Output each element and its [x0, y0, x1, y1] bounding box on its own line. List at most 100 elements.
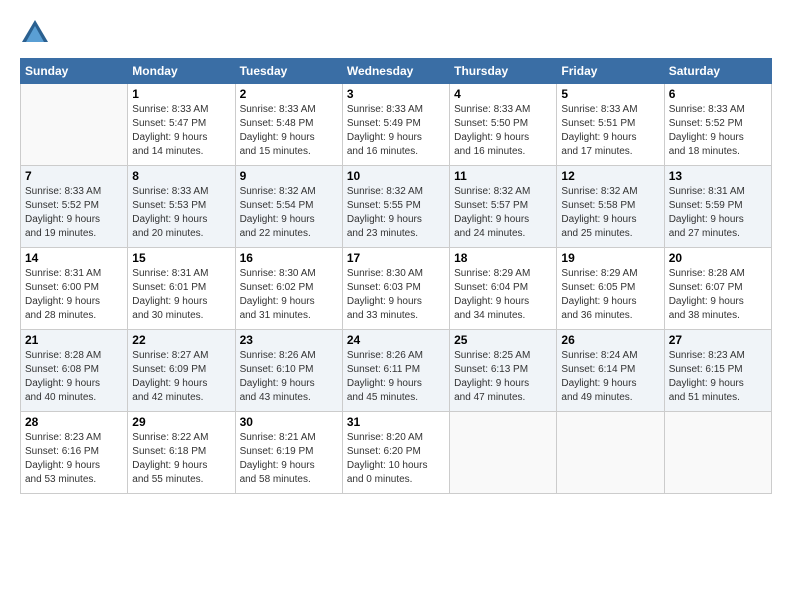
calendar-cell: 1 Sunrise: 8:33 AM Sunset: 5:47 PM Daylig… [128, 84, 235, 166]
day-number: 26 [561, 333, 659, 347]
weekday-header-thursday: Thursday [450, 59, 557, 84]
day-info: Sunrise: 8:33 AM Sunset: 5:49 PM Dayligh… [347, 103, 445, 159]
calendar-cell: 12 Sunrise: 8:32 AM Sunset: 5:58 PM Dayli… [557, 166, 664, 248]
calendar-cell: 4Sunrise: 8:33 AM Sunset: 5:50 PM Daylig… [450, 84, 557, 166]
logo [20, 18, 54, 48]
day-info: Sunrise: 8:32 AM Sunset: 5:54 PM Dayligh… [240, 185, 338, 241]
day-info: Sunrise: 8:33 AM Sunset: 5:47 PM Dayligh… [132, 103, 230, 159]
weekday-header-saturday: Saturday [664, 59, 771, 84]
calendar-cell [664, 412, 771, 494]
day-number: 15 [132, 251, 230, 265]
day-number: 20 [669, 251, 767, 265]
calendar-cell: 24 Sunrise: 8:26 AM Sunset: 6:11 PM Dayli… [342, 330, 449, 412]
calendar-cell: 20 Sunrise: 8:28 AM Sunset: 6:07 PM Dayli… [664, 248, 771, 330]
weekday-header-friday: Friday [557, 59, 664, 84]
day-number: 11 [454, 169, 552, 183]
page: SundayMondayTuesdayWednesdayThursdayFrid… [0, 0, 792, 504]
day-info: Sunrise: 8:31 AM Sunset: 6:00 PM Dayligh… [25, 267, 123, 323]
calendar-cell: 23 Sunrise: 8:26 AM Sunset: 6:10 PM Dayli… [235, 330, 342, 412]
day-number: 10 [347, 169, 445, 183]
day-number: 22 [132, 333, 230, 347]
day-number: 27 [669, 333, 767, 347]
day-number: 25 [454, 333, 552, 347]
logo-icon [20, 18, 50, 48]
calendar-cell: 15 Sunrise: 8:31 AM Sunset: 6:01 PM Dayli… [128, 248, 235, 330]
day-info: Sunrise: 8:32 AM Sunset: 5:55 PM Dayligh… [347, 185, 445, 241]
calendar-cell: 18 Sunrise: 8:29 AM Sunset: 6:04 PM Dayli… [450, 248, 557, 330]
day-number: 21 [25, 333, 123, 347]
day-info: Sunrise: 8:27 AM Sunset: 6:09 PM Dayligh… [132, 349, 230, 405]
day-info: Sunrise: 8:29 AM Sunset: 6:04 PM Dayligh… [454, 267, 552, 323]
day-number: 4 [454, 87, 552, 101]
day-info: Sunrise: 8:31 AM Sunset: 5:59 PM Dayligh… [669, 185, 767, 241]
calendar-cell: 3 Sunrise: 8:33 AM Sunset: 5:49 PM Daylig… [342, 84, 449, 166]
calendar-cell: 25 Sunrise: 8:25 AM Sunset: 6:13 PM Dayli… [450, 330, 557, 412]
week-row-1: 1 Sunrise: 8:33 AM Sunset: 5:47 PM Daylig… [21, 84, 772, 166]
calendar-cell: 29 Sunrise: 8:22 AM Sunset: 6:18 PM Dayli… [128, 412, 235, 494]
day-number: 1 [132, 87, 230, 101]
calendar-table: SundayMondayTuesdayWednesdayThursdayFrid… [20, 58, 772, 494]
week-row-5: 28 Sunrise: 8:23 AM Sunset: 6:16 PM Dayli… [21, 412, 772, 494]
calendar-cell: 14 Sunrise: 8:31 AM Sunset: 6:00 PM Dayli… [21, 248, 128, 330]
day-number: 18 [454, 251, 552, 265]
day-info: Sunrise: 8:22 AM Sunset: 6:18 PM Dayligh… [132, 431, 230, 487]
day-info: Sunrise: 8:25 AM Sunset: 6:13 PM Dayligh… [454, 349, 552, 405]
weekday-header-tuesday: Tuesday [235, 59, 342, 84]
day-number: 17 [347, 251, 445, 265]
calendar-cell: 21 Sunrise: 8:28 AM Sunset: 6:08 PM Dayli… [21, 330, 128, 412]
calendar-cell: 22 Sunrise: 8:27 AM Sunset: 6:09 PM Dayli… [128, 330, 235, 412]
day-info: Sunrise: 8:30 AM Sunset: 6:02 PM Dayligh… [240, 267, 338, 323]
day-info: Sunrise: 8:33 AM Sunset: 5:52 PM Dayligh… [669, 103, 767, 159]
calendar-cell: 27 Sunrise: 8:23 AM Sunset: 6:15 PM Dayli… [664, 330, 771, 412]
weekday-header-monday: Monday [128, 59, 235, 84]
weekday-header-sunday: Sunday [21, 59, 128, 84]
calendar-cell: 30 Sunrise: 8:21 AM Sunset: 6:19 PM Dayli… [235, 412, 342, 494]
day-number: 28 [25, 415, 123, 429]
day-info: Sunrise: 8:32 AM Sunset: 5:57 PM Dayligh… [454, 185, 552, 241]
calendar-cell: 16 Sunrise: 8:30 AM Sunset: 6:02 PM Dayli… [235, 248, 342, 330]
day-number: 30 [240, 415, 338, 429]
day-info: Sunrise: 8:31 AM Sunset: 6:01 PM Dayligh… [132, 267, 230, 323]
day-info: Sunrise: 8:26 AM Sunset: 6:11 PM Dayligh… [347, 349, 445, 405]
day-number: 29 [132, 415, 230, 429]
calendar-cell: 5Sunrise: 8:33 AM Sunset: 5:51 PM Daylig… [557, 84, 664, 166]
calendar-cell: 31 Sunrise: 8:20 AM Sunset: 6:20 PM Dayli… [342, 412, 449, 494]
day-number: 24 [347, 333, 445, 347]
week-row-2: 7Sunrise: 8:33 AM Sunset: 5:52 PM Daylig… [21, 166, 772, 248]
day-info: Sunrise: 8:20 AM Sunset: 6:20 PM Dayligh… [347, 431, 445, 487]
day-number: 14 [25, 251, 123, 265]
calendar-cell: 8Sunrise: 8:33 AM Sunset: 5:53 PM Daylig… [128, 166, 235, 248]
calendar-cell: 2Sunrise: 8:33 AM Sunset: 5:48 PM Daylig… [235, 84, 342, 166]
day-number: 6 [669, 87, 767, 101]
weekday-header-wednesday: Wednesday [342, 59, 449, 84]
day-number: 7 [25, 169, 123, 183]
day-info: Sunrise: 8:32 AM Sunset: 5:58 PM Dayligh… [561, 185, 659, 241]
day-info: Sunrise: 8:28 AM Sunset: 6:08 PM Dayligh… [25, 349, 123, 405]
day-info: Sunrise: 8:23 AM Sunset: 6:15 PM Dayligh… [669, 349, 767, 405]
day-number: 31 [347, 415, 445, 429]
calendar-cell [557, 412, 664, 494]
calendar-cell: 13Sunrise: 8:31 AM Sunset: 5:59 PM Dayli… [664, 166, 771, 248]
calendar-cell: 26 Sunrise: 8:24 AM Sunset: 6:14 PM Dayli… [557, 330, 664, 412]
calendar-cell: 17Sunrise: 8:30 AM Sunset: 6:03 PM Dayli… [342, 248, 449, 330]
calendar-cell: 10 Sunrise: 8:32 AM Sunset: 5:55 PM Dayli… [342, 166, 449, 248]
day-number: 23 [240, 333, 338, 347]
calendar-cell: 6 Sunrise: 8:33 AM Sunset: 5:52 PM Daylig… [664, 84, 771, 166]
calendar-cell: 7Sunrise: 8:33 AM Sunset: 5:52 PM Daylig… [21, 166, 128, 248]
day-number: 8 [132, 169, 230, 183]
day-info: Sunrise: 8:23 AM Sunset: 6:16 PM Dayligh… [25, 431, 123, 487]
day-info: Sunrise: 8:29 AM Sunset: 6:05 PM Dayligh… [561, 267, 659, 323]
day-number: 5 [561, 87, 659, 101]
day-number: 12 [561, 169, 659, 183]
day-info: Sunrise: 8:24 AM Sunset: 6:14 PM Dayligh… [561, 349, 659, 405]
day-number: 2 [240, 87, 338, 101]
weekday-header-row: SundayMondayTuesdayWednesdayThursdayFrid… [21, 59, 772, 84]
calendar-cell: 9Sunrise: 8:32 AM Sunset: 5:54 PM Daylig… [235, 166, 342, 248]
day-info: Sunrise: 8:21 AM Sunset: 6:19 PM Dayligh… [240, 431, 338, 487]
day-number: 3 [347, 87, 445, 101]
day-info: Sunrise: 8:26 AM Sunset: 6:10 PM Dayligh… [240, 349, 338, 405]
day-info: Sunrise: 8:28 AM Sunset: 6:07 PM Dayligh… [669, 267, 767, 323]
week-row-3: 14 Sunrise: 8:31 AM Sunset: 6:00 PM Dayli… [21, 248, 772, 330]
header [20, 18, 772, 48]
day-number: 16 [240, 251, 338, 265]
